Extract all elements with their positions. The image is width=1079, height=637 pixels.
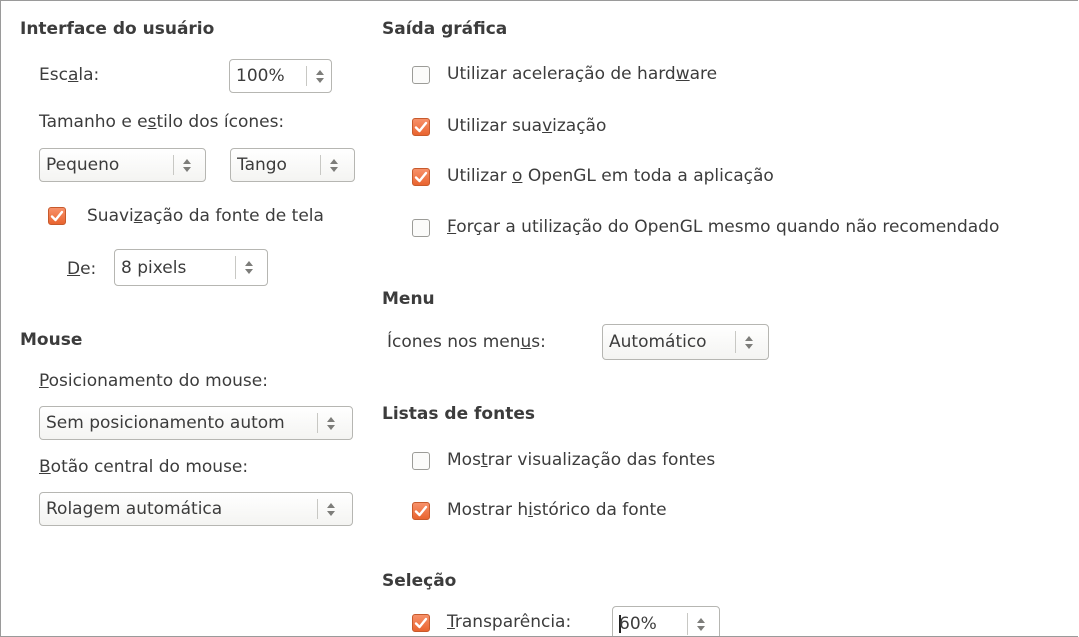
checkmark-icon xyxy=(414,617,428,629)
force-opengl-label: Forçar a utilização do OpenGL mesmo quan… xyxy=(447,217,1000,237)
spin-arrows-icon[interactable] xyxy=(310,60,330,92)
spin-arrows-icon[interactable] xyxy=(691,607,711,636)
spin-separator xyxy=(306,66,307,86)
dropdown-arrows-icon[interactable] xyxy=(739,325,759,359)
opengl-checkbox[interactable] xyxy=(412,168,430,186)
middle-button-label: Botão central do mouse: xyxy=(39,457,249,477)
ui-section-heading: Interface do usuário xyxy=(20,19,215,39)
font-history-checkbox[interactable] xyxy=(412,502,430,520)
transparency-checkbox[interactable] xyxy=(412,614,430,632)
scale-spinbox[interactable]: 100% xyxy=(229,59,332,93)
menu-icons-label: Ícones nos menus: xyxy=(387,332,546,352)
transparency-label: Transparência: xyxy=(447,612,572,632)
icon-style-value: Tango xyxy=(237,155,287,175)
mouse-section-heading: Mouse xyxy=(20,330,83,350)
spin-arrows-icon[interactable] xyxy=(239,250,259,285)
icon-size-label: Tamanho e estilo dos ícones: xyxy=(39,112,285,132)
checkmark-icon xyxy=(414,171,428,183)
dropdown-arrows-icon[interactable] xyxy=(321,407,341,439)
options-panel: Interface do usuário Escala: 100% Tamanh… xyxy=(0,0,1078,637)
font-smoothing-checkbox[interactable] xyxy=(48,207,66,225)
dropdown-arrows-icon[interactable] xyxy=(177,149,197,181)
transparency-spinbox[interactable]: 60% xyxy=(612,606,720,636)
scale-label: Escala: xyxy=(39,65,100,85)
scale-value[interactable]: 100% xyxy=(236,60,285,92)
checkmark-icon xyxy=(414,505,428,517)
menu-icons-value: Automático xyxy=(609,332,707,352)
checkmark-icon xyxy=(414,121,428,133)
menu-section-heading: Menu xyxy=(382,289,435,309)
dropdown-separator xyxy=(317,499,318,519)
from-label: De: xyxy=(67,259,97,279)
opengl-label: Utilizar o OpenGL em toda a aplicação xyxy=(447,166,774,186)
dropdown-separator xyxy=(173,155,174,175)
dropdown-separator xyxy=(735,331,736,353)
font-lists-section-heading: Listas de fontes xyxy=(382,404,535,424)
checkmark-icon xyxy=(50,210,64,222)
font-smoothing-label: Suavização da fonte de tela xyxy=(87,206,324,226)
force-opengl-checkbox[interactable] xyxy=(412,219,430,237)
spin-separator xyxy=(687,613,688,635)
menu-icons-dropdown[interactable]: Automático xyxy=(602,324,769,360)
icon-size-value: Pequeno xyxy=(46,155,120,175)
middle-button-value: Rolagem automática xyxy=(46,499,223,519)
antialias-checkbox[interactable] xyxy=(412,118,430,136)
mouse-positioning-label: Posicionamento do mouse: xyxy=(39,371,268,391)
dropdown-separator xyxy=(320,155,321,175)
font-smoothing-size-spinbox[interactable]: 8 pixels xyxy=(114,249,268,286)
mouse-positioning-dropdown[interactable]: Sem posicionamento autom xyxy=(39,406,353,440)
icon-style-dropdown[interactable]: Tango xyxy=(230,148,355,182)
hw-accel-checkbox[interactable] xyxy=(412,66,430,84)
dropdown-separator xyxy=(317,413,318,433)
middle-button-dropdown[interactable]: Rolagem automática xyxy=(39,492,353,526)
hw-accel-label: Utilizar aceleração de hardware xyxy=(447,64,718,84)
spin-separator xyxy=(235,256,236,279)
from-value[interactable]: 8 pixels xyxy=(121,250,186,285)
mouse-positioning-value: Sem posicionamento autom xyxy=(46,413,285,433)
selection-section-heading: Seleção xyxy=(382,571,457,591)
dropdown-arrows-icon[interactable] xyxy=(321,493,341,525)
dropdown-arrows-icon[interactable] xyxy=(324,149,344,181)
font-preview-label: Mostrar visualização das fontes xyxy=(447,450,716,470)
font-preview-checkbox[interactable] xyxy=(412,452,430,470)
font-history-label: Mostrar histórico da fonte xyxy=(447,500,667,520)
transparency-value-wrap[interactable]: 60% xyxy=(619,607,657,636)
graphics-section-heading: Saída gráfica xyxy=(382,19,508,39)
transparency-value[interactable]: 60% xyxy=(619,614,657,634)
antialias-label: Utilizar suavização xyxy=(447,116,607,136)
icon-size-dropdown[interactable]: Pequeno xyxy=(39,148,206,182)
